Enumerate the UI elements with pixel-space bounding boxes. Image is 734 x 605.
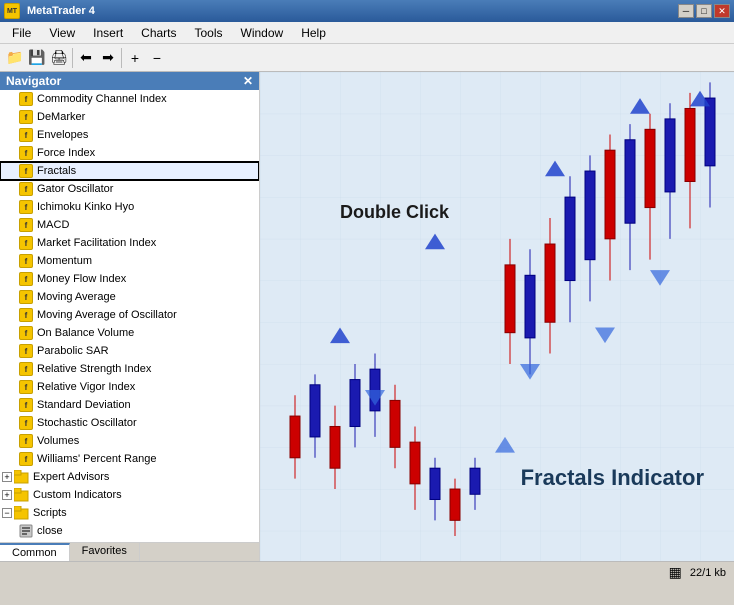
nav-label-demarker: DeMarker xyxy=(37,111,85,123)
menu-window[interactable]: Window xyxy=(233,24,292,42)
nav-item-volumes[interactable]: f Volumes xyxy=(0,432,259,450)
nav-item-momentum[interactable]: f Momentum xyxy=(0,252,259,270)
toolbar-btn-4[interactable]: ⬅ xyxy=(75,47,97,69)
menu-file[interactable]: File xyxy=(4,24,39,42)
navigator-panel: Navigator ✕ f Commodity Channel Index f … xyxy=(0,72,260,561)
toolbar-btn-3[interactable]: 🖨 xyxy=(48,47,70,69)
toolbar-btn-7[interactable]: − xyxy=(146,47,168,69)
nav-label-parabolic: Parabolic SAR xyxy=(37,345,109,357)
nav-label-volumes: Volumes xyxy=(37,435,79,447)
nav-item-demarker[interactable]: f DeMarker xyxy=(0,108,259,126)
nav-item-stddev[interactable]: f Standard Deviation xyxy=(0,396,259,414)
nav-item-fractals[interactable]: f Fractals xyxy=(0,162,259,180)
main-area: Navigator ✕ f Commodity Channel Index f … xyxy=(0,72,734,561)
expand-scripts-icon[interactable]: − xyxy=(2,508,12,518)
nav-item-envelopes[interactable]: f Envelopes xyxy=(0,126,259,144)
expand-custom-icon[interactable]: + xyxy=(2,490,12,500)
nav-label-obv: On Balance Volume xyxy=(37,327,134,339)
toolbar-btn-2[interactable]: 💾 xyxy=(26,47,48,69)
title-bar-controls: ─ □ ✕ xyxy=(678,4,730,18)
nav-item-commodity[interactable]: f Commodity Channel Index xyxy=(0,90,259,108)
navigator-body[interactable]: f Commodity Channel Index f DeMarker f E… xyxy=(0,90,259,542)
nav-item-mao[interactable]: f Moving Average of Oscillator xyxy=(0,306,259,324)
menu-bar: File View Insert Charts Tools Window Hel… xyxy=(0,22,734,44)
nav-item-force[interactable]: f Force Index xyxy=(0,144,259,162)
navigator-header: Navigator ✕ xyxy=(0,72,259,90)
nav-label-macd: MACD xyxy=(37,219,69,231)
nav-label-ichimoku: Ichimoku Kinko Hyo xyxy=(37,201,134,213)
nav-item-custom-indicators[interactable]: + Custom Indicators xyxy=(0,486,259,504)
nav-item-scripts[interactable]: − Scripts xyxy=(0,504,259,522)
nav-label-custom: Custom Indicators xyxy=(33,489,122,501)
nav-item-close[interactable]: close xyxy=(0,522,259,540)
close-button[interactable]: ✕ xyxy=(714,4,730,18)
chart-svg xyxy=(260,72,734,561)
nav-item-parabolic[interactable]: f Parabolic SAR xyxy=(0,342,259,360)
nav-item-rvi[interactable]: f Relative Vigor Index xyxy=(0,378,259,396)
nav-item-obv[interactable]: f On Balance Volume xyxy=(0,324,259,342)
nav-label-stoch: Stochastic Oscillator xyxy=(37,417,137,429)
minimize-button[interactable]: ─ xyxy=(678,4,694,18)
menu-insert[interactable]: Insert xyxy=(85,24,131,42)
status-bar: ▦ 22/1 kb xyxy=(0,561,734,583)
nav-label-williams: Williams' Percent Range xyxy=(37,453,156,465)
nav-item-rsi[interactable]: f Relative Strength Index xyxy=(0,360,259,378)
nav-label-scripts: Scripts xyxy=(33,507,67,519)
nav-item-stoch[interactable]: f Stochastic Oscillator xyxy=(0,414,259,432)
nav-label-mao: Moving Average of Oscillator xyxy=(37,309,177,321)
nav-item-macd[interactable]: f MACD xyxy=(0,216,259,234)
nav-item-mfi[interactable]: f Market Facilitation Index xyxy=(0,234,259,252)
nav-label-close: close xyxy=(37,525,63,537)
nav-item-moneyflow[interactable]: f Money Flow Index xyxy=(0,270,259,288)
navigator-title: Navigator xyxy=(6,74,61,88)
nav-item-expert-advisors[interactable]: + Expert Advisors xyxy=(0,468,259,486)
toolbar: 📁 💾 🖨 ⬅ ➡ + − xyxy=(0,44,734,72)
nav-label-stddev: Standard Deviation xyxy=(37,399,131,411)
chart-area[interactable]: Double Click Fractals Indicator xyxy=(260,72,734,561)
maximize-button[interactable]: □ xyxy=(696,4,712,18)
toolbar-btn-5[interactable]: ➡ xyxy=(97,47,119,69)
nav-item-ichimoku[interactable]: f Ichimoku Kinko Hyo xyxy=(0,198,259,216)
title-bar-title: MetaTrader 4 xyxy=(27,5,95,17)
nav-label-mfi: Market Facilitation Index xyxy=(37,237,156,249)
nav-label-rvi: Relative Vigor Index xyxy=(37,381,135,393)
navigator-close-btn[interactable]: ✕ xyxy=(243,74,253,88)
nav-label-ma: Moving Average xyxy=(37,291,116,303)
tab-favorites[interactable]: Favorites xyxy=(70,543,140,561)
app-icon: MT xyxy=(4,3,20,19)
menu-view[interactable]: View xyxy=(41,24,83,42)
nav-label-rsi: Relative Strength Index xyxy=(37,363,151,375)
nav-label-moneyflow: Money Flow Index xyxy=(37,273,126,285)
nav-label-commodity: Commodity Channel Index xyxy=(37,93,167,105)
nav-label-expert: Expert Advisors xyxy=(33,471,109,483)
nav-item-williams[interactable]: f Williams' Percent Range xyxy=(0,450,259,468)
expand-expert-icon[interactable]: + xyxy=(2,472,12,482)
tab-common[interactable]: Common xyxy=(0,543,70,561)
toolbar-btn-1[interactable]: 📁 xyxy=(4,47,26,69)
menu-tools[interactable]: Tools xyxy=(187,24,231,42)
navigator-tabs: Common Favorites xyxy=(0,542,259,561)
status-info: 22/1 kb xyxy=(690,567,726,579)
nav-item-gator[interactable]: f Gator Oscillator xyxy=(0,180,259,198)
nav-label-force: Force Index xyxy=(37,147,95,159)
toolbar-btn-6[interactable]: + xyxy=(124,47,146,69)
nav-label-fractals: Fractals xyxy=(37,165,76,177)
nav-item-ma[interactable]: f Moving Average xyxy=(0,288,259,306)
chart-icon: ▦ xyxy=(669,564,682,581)
title-bar-left: MT MetaTrader 4 xyxy=(4,3,95,19)
nav-label-gator: Gator Oscillator xyxy=(37,183,113,195)
nav-label-momentum: Momentum xyxy=(37,255,92,267)
title-bar: MT MetaTrader 4 ─ □ ✕ xyxy=(0,0,734,22)
menu-help[interactable]: Help xyxy=(293,24,334,42)
nav-label-envelopes: Envelopes xyxy=(37,129,88,141)
menu-charts[interactable]: Charts xyxy=(133,24,184,42)
